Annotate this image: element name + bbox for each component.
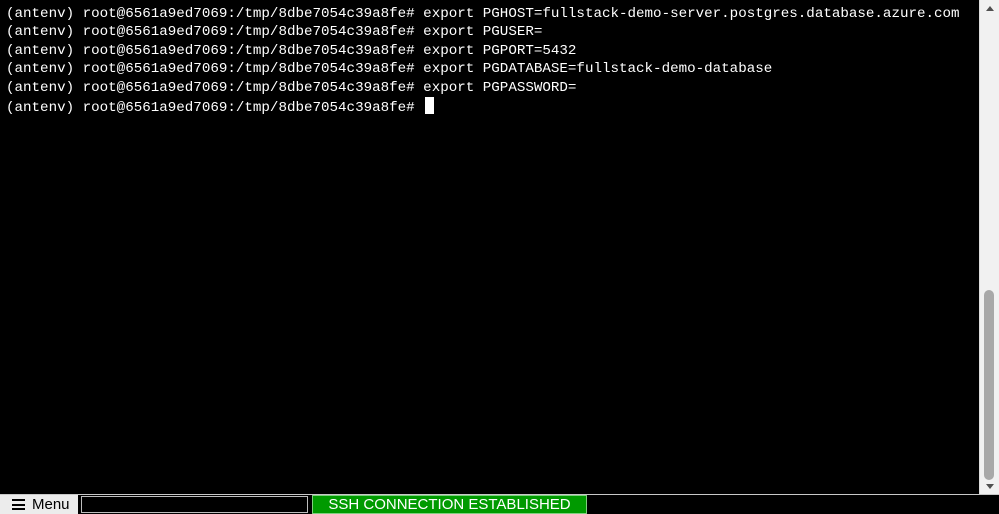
scroll-up-arrow-icon	[985, 5, 994, 11]
terminal-prompt-line: (antenv) root@6561a9ed7069:/tmp/8dbe7054…	[6, 96, 960, 116]
terminal-line: (antenv) root@6561a9ed7069:/tmp/8dbe7054…	[6, 61, 773, 78]
scroll-down-arrow-icon	[985, 483, 994, 489]
status-bar: Menu SSH CONNECTION ESTABLISHED	[0, 494, 999, 514]
menu-button-label: Menu	[32, 496, 70, 513]
scroll-up-button[interactable]	[980, 0, 999, 16]
hamburger-menu-icon	[12, 499, 25, 510]
terminal-line: (antenv) root@6561a9ed7069:/tmp/8dbe7054…	[6, 42, 577, 59]
scrollbar-thumb[interactable]	[984, 290, 994, 480]
terminal-output: (antenv) root@6561a9ed7069:/tmp/8dbe7054…	[6, 5, 960, 116]
terminal-line: (antenv) root@6561a9ed7069:/tmp/8dbe7054…	[6, 24, 543, 41]
terminal-line: (antenv) root@6561a9ed7069:/tmp/8dbe7054…	[6, 79, 577, 96]
terminal-cursor	[425, 96, 435, 114]
command-input[interactable]	[81, 496, 308, 513]
connection-status-badge: SSH CONNECTION ESTABLISHED	[312, 495, 587, 514]
terminal-scrollbar[interactable]	[979, 0, 999, 494]
menu-button[interactable]: Menu	[0, 495, 78, 514]
terminal-prompt: (antenv) root@6561a9ed7069:/tmp/8dbe7054…	[6, 99, 424, 116]
terminal-line: (antenv) root@6561a9ed7069:/tmp/8dbe7054…	[6, 6, 960, 22]
scroll-down-button[interactable]	[980, 478, 999, 494]
terminal-screen[interactable]: (antenv) root@6561a9ed7069:/tmp/8dbe7054…	[0, 0, 979, 494]
